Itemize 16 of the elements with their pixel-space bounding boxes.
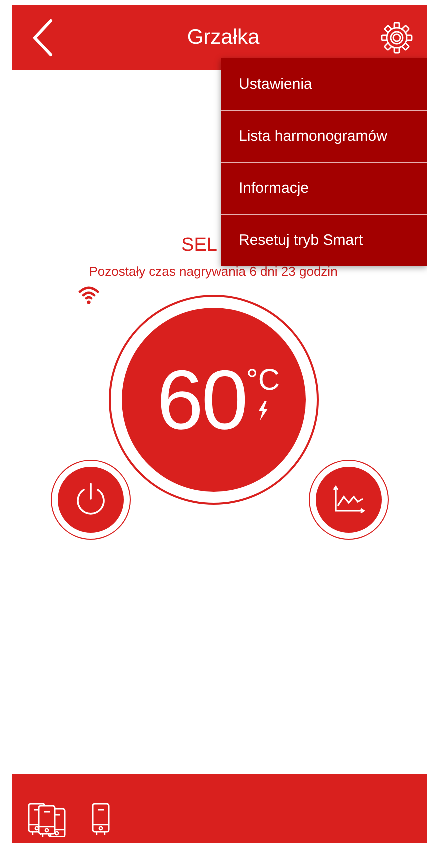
menu-item[interactable]: Ustawienia [221, 58, 427, 110]
mode-label: SEL [182, 235, 218, 257]
settings-icon[interactable] [380, 22, 413, 54]
chart-icon [332, 485, 366, 515]
temperature-unit: °C [246, 365, 280, 397]
water-heaters-icon[interactable] [27, 803, 67, 837]
menu-item[interactable]: Informacje [221, 162, 427, 214]
menu-item[interactable]: Lista harmonogramów [221, 110, 427, 162]
wifi-icon [78, 285, 100, 305]
water-heater-icon[interactable] [91, 803, 111, 837]
back-icon[interactable] [32, 18, 54, 56]
temperature-value: 60 [156, 358, 246, 442]
menu-item[interactable]: Resetuj tryb Smart [221, 214, 427, 266]
status-text: Pozostały czas nagrywania 6 dni 23 godzin [89, 264, 338, 279]
window-title: Grzałka [187, 26, 260, 50]
power-icon [74, 482, 108, 518]
